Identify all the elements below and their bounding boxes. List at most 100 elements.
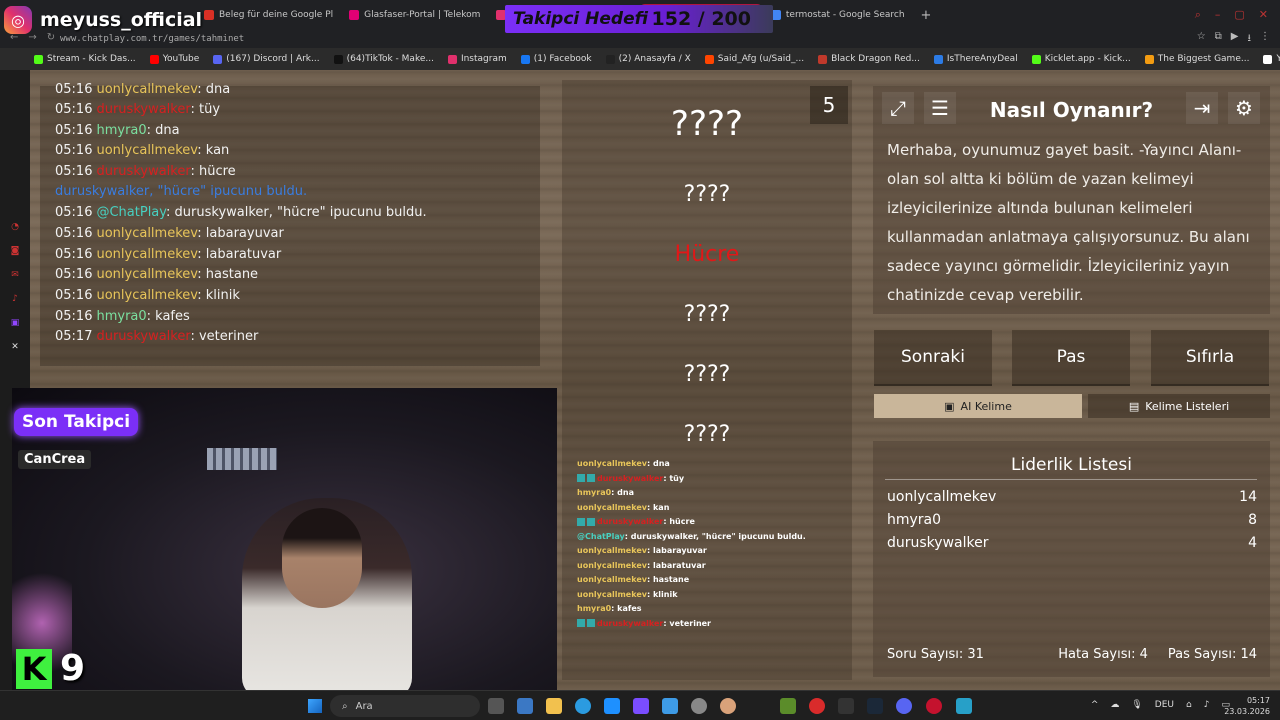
sidebar-history-icon[interactable]: ◔ <box>11 222 19 232</box>
widgets-icon[interactable] <box>517 698 533 714</box>
sidebar-x-icon[interactable]: ✕ <box>11 342 19 352</box>
bookmark-item[interactable]: (64)TikTok - Make... <box>333 54 434 64</box>
sidebar-twitch-icon[interactable]: ▣ <box>11 318 20 328</box>
bookmark-item[interactable]: Black Dragon Red... <box>818 54 920 64</box>
media-icon[interactable]: ▶ <box>1231 31 1239 48</box>
bookmark-star-icon[interactable]: ☆ <box>1197 31 1206 48</box>
clock[interactable]: 05:17 23.03.2026 <box>1224 695 1270 717</box>
tab-word-lists[interactable]: ▤ Kelime Listeleri <box>1088 394 1270 418</box>
mini-chat-text: : klinik <box>646 589 678 599</box>
cam-background-light <box>207 448 277 470</box>
tray-chevron-icon[interactable]: ^ <box>1091 700 1099 710</box>
new-tab-button[interactable]: + <box>913 8 940 23</box>
sidebar-messages-icon[interactable]: ✉ <box>11 270 19 280</box>
leaderboard-title: Liderlik Listesi <box>1011 455 1132 475</box>
extensions-icon[interactable]: ⧉ <box>1215 31 1222 48</box>
downloads-icon[interactable]: ⭳ <box>1248 31 1252 48</box>
obs-icon[interactable] <box>691 698 707 714</box>
bookmark-item[interactable]: IsThereAnyDeal <box>933 54 1018 64</box>
sidebar-music-icon[interactable]: ♪ <box>12 294 18 304</box>
edge-icon[interactable] <box>575 698 591 714</box>
leaderboard-divider <box>885 479 1257 480</box>
bookmark-item[interactable]: (1) Facebook <box>520 54 592 64</box>
telegram-icon[interactable] <box>956 698 972 714</box>
epic-icon[interactable] <box>838 698 854 714</box>
mini-chat-user: uonlycallmekev <box>577 459 647 468</box>
browser-tab[interactable]: termostat - Google Search <box>763 4 913 26</box>
volume-icon[interactable]: ♪ <box>1204 700 1210 710</box>
mini-chat-user: uonlycallmekev <box>577 560 647 570</box>
clock-date: 23.03.2026 <box>1224 707 1270 716</box>
how-to-text: Merhaba, oyunumuz gayet basit. -Yayıncı … <box>887 141 1250 304</box>
store-icon[interactable] <box>604 698 620 714</box>
bookmark-label: Stream - Kick Das... <box>47 54 136 64</box>
language-indicator[interactable]: DEU <box>1155 700 1174 710</box>
avatar-app-icon[interactable] <box>720 698 736 714</box>
exit-icon[interactable]: ⇥ <box>1186 92 1218 124</box>
menu-icon[interactable]: ⋮ <box>1260 31 1270 48</box>
network-icon[interactable]: ⌂ <box>1186 700 1192 710</box>
minimize-icon[interactable]: – <box>1215 8 1221 22</box>
mini-chat-message: uonlycallmekev: labaratuvar <box>577 561 706 570</box>
bookmark-item[interactable]: The Biggest Game... <box>1144 54 1249 64</box>
browser-tab[interactable]: Beleg für deine Google Pl <box>196 4 341 26</box>
reset-button[interactable]: Sıfırla <box>1151 330 1269 386</box>
chat-username: duruskywalker, "hücre" ipucunu buldu. <box>55 184 308 199</box>
mini-chat-message: @ChatPlay: duruskywalker, "hücre" ipucun… <box>577 532 806 541</box>
minecraft-icon[interactable] <box>780 698 796 714</box>
opera-icon[interactable] <box>926 698 942 714</box>
bookmark-label: Said_Afg (u/Said_... <box>717 54 805 64</box>
bookmark-item[interactable]: Said_Afg (u/Said_... <box>704 54 805 64</box>
tab-ai-label: AI Kelime <box>960 399 1012 413</box>
discord-icon[interactable] <box>896 698 912 714</box>
bookmark-item[interactable]: Instagram <box>447 54 507 64</box>
chat-text: : kan <box>197 143 230 158</box>
mic-icon[interactable]: 🎙 <box>1131 700 1142 710</box>
task-view-icon[interactable] <box>488 698 504 714</box>
pass-button[interactable]: Pas <box>1012 330 1130 386</box>
chat-timestamp: 05:16 <box>55 164 93 179</box>
close-icon[interactable]: ✕ <box>1259 8 1268 22</box>
app-icon[interactable] <box>662 698 678 714</box>
red-app-icon[interactable] <box>809 698 825 714</box>
start-icon[interactable] <box>308 699 322 713</box>
steam-icon[interactable] <box>867 698 883 714</box>
sidebar-games-icon[interactable]: ◙ <box>11 246 20 256</box>
bookmark-label: Instagram <box>460 54 507 64</box>
bookmark-item[interactable]: (167) Discord | Ark... <box>213 54 320 64</box>
settings-gear-icon[interactable]: ⚙ <box>1228 92 1260 124</box>
mini-chat-text: : hastane <box>646 575 690 584</box>
bookmark-item[interactable]: (2) Anasayfa / X <box>605 54 691 64</box>
system-tray: ^ ☁ 🎙 DEU ⌂ ♪ ▭ <box>1091 700 1230 710</box>
channel-name: meyuss_official <box>40 9 203 31</box>
bookmark-item[interactable]: YouTube <box>149 54 199 64</box>
toolbar-icons: ☆ ⧉ ▶ ⭳ ⋮ <box>1197 31 1280 48</box>
taskbar-search[interactable]: ⌕ Ara <box>330 695 480 717</box>
tray-app-icon[interactable]: ☁ <box>1110 700 1119 710</box>
leaderboard-name: uonlycallmekev <box>887 489 997 505</box>
chat-timestamp: 05:16 <box>55 247 93 262</box>
bookmark-item[interactable]: Yayınını güçlendir... <box>1263 54 1280 64</box>
bookmark-item[interactable]: Stream - Kick Das... <box>34 54 136 64</box>
chat-username: uonlycallmekev <box>96 226 198 241</box>
tab-lists-label: Kelime Listeleri <box>1145 399 1230 413</box>
chat-text: : hastane <box>197 267 259 282</box>
bookmark-item[interactable]: Kicklet.app - Kick... <box>1031 54 1131 64</box>
chat-timestamp: 05:16 <box>55 82 93 97</box>
search-tabs-icon[interactable]: ⌕ <box>1195 8 1201 22</box>
chat-message: 05:16 uonlycallmekev: kan <box>55 143 229 158</box>
hidden-word: ???? <box>683 182 731 207</box>
chat-username: duruskywalker <box>96 329 191 344</box>
url-field[interactable]: www.chatplay.com.tr/games/tahminet <box>60 34 244 44</box>
mini-chat-text: : kafes <box>611 604 642 613</box>
app-grid-icon[interactable] <box>633 698 649 714</box>
explorer-icon[interactable] <box>546 698 562 714</box>
mini-chat-user: uonlycallmekev <box>577 589 647 599</box>
chat-username: hmyra0 <box>96 309 147 324</box>
chat-timestamp: 05:16 <box>55 205 93 220</box>
browser-tab[interactable]: Glasfaser-Portal | Telekom <box>341 4 488 26</box>
tab-ai-word[interactable]: ▣ AI Kelime <box>874 394 1082 418</box>
maximize-icon[interactable]: ▢ <box>1234 8 1244 22</box>
next-button[interactable]: Sonraki <box>874 330 992 386</box>
chat-timestamp: 05:16 <box>55 288 93 303</box>
